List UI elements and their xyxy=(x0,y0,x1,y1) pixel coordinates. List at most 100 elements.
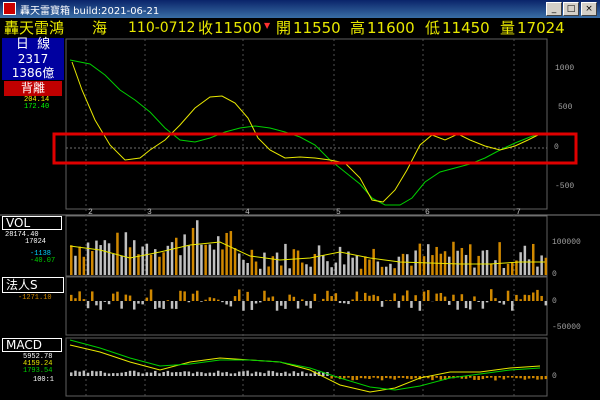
institution-bar xyxy=(229,301,233,307)
macd-bar xyxy=(368,376,371,379)
macd-bar xyxy=(263,373,266,376)
macd-bar xyxy=(128,370,132,376)
macd-bar xyxy=(431,376,434,381)
month-label-6: 6 xyxy=(425,208,430,217)
volume-bar xyxy=(200,244,203,275)
macd-bar xyxy=(107,373,111,376)
volume-bar xyxy=(452,241,455,275)
volume-bar xyxy=(536,266,539,275)
macd-bar xyxy=(154,370,157,376)
volume-bar xyxy=(511,262,514,275)
institution-bar xyxy=(275,301,279,311)
institution-bar xyxy=(191,293,195,301)
institution-bar xyxy=(532,292,535,301)
institution-bar xyxy=(422,291,426,301)
volume-bar xyxy=(280,265,283,275)
inst-panel-label[interactable]: 法人S xyxy=(2,277,64,293)
institution-bar xyxy=(330,296,333,301)
macd-bar xyxy=(485,376,489,378)
volume-bar xyxy=(506,263,510,275)
institution-bar xyxy=(359,300,363,301)
macd-bar xyxy=(414,376,417,379)
institution-bar xyxy=(351,299,354,301)
volume-bar xyxy=(494,260,497,275)
institution-bar xyxy=(141,301,144,305)
macd-bar xyxy=(170,372,174,376)
macd-panel-label[interactable]: MACD xyxy=(2,338,62,352)
volume-bar xyxy=(250,249,254,275)
institution-bar xyxy=(322,298,325,301)
institution-bar xyxy=(99,301,102,310)
macd-bar xyxy=(238,371,241,376)
institution-bar xyxy=(221,301,224,303)
institution-bar xyxy=(506,290,510,301)
macd-bar xyxy=(124,371,128,376)
macd-bar xyxy=(116,373,119,376)
macd-bar xyxy=(103,372,107,376)
macd-bar xyxy=(519,376,522,379)
macd-bar xyxy=(473,376,476,380)
institution-bar xyxy=(473,296,476,301)
volume-bar xyxy=(477,255,480,275)
macd-bar xyxy=(70,372,73,376)
volume-bar xyxy=(460,247,464,275)
institution-bar xyxy=(511,301,514,311)
macd-bar xyxy=(158,373,161,376)
macd-bar xyxy=(477,376,480,381)
volume-bar xyxy=(448,256,451,275)
volume-bar xyxy=(393,268,396,275)
institution-bar xyxy=(523,294,527,301)
volume-bar xyxy=(330,267,333,275)
institution-bar xyxy=(208,297,212,301)
macd-bar xyxy=(141,373,144,376)
macd-bar xyxy=(225,371,228,376)
macd-bar xyxy=(523,376,527,380)
macd-bar xyxy=(498,376,501,378)
volume-bar xyxy=(275,252,279,275)
institution-bar xyxy=(296,301,300,309)
volume-bar xyxy=(233,248,237,275)
institution-bar xyxy=(179,290,182,301)
macd-bar xyxy=(82,370,86,376)
institution-bar xyxy=(280,301,283,306)
macd-bar xyxy=(305,373,308,376)
institution-bar xyxy=(158,301,161,308)
volume-bar xyxy=(175,237,178,275)
volume-bar xyxy=(406,254,409,275)
macd-bar xyxy=(204,373,207,376)
macd-bar xyxy=(511,376,514,378)
institution-bar xyxy=(464,301,468,309)
institution-bar xyxy=(74,298,77,301)
volume-bar xyxy=(137,254,140,275)
month-label-5: 5 xyxy=(336,208,341,217)
macd-bar xyxy=(233,373,237,376)
volume-bar xyxy=(427,244,430,275)
volume-bar xyxy=(145,243,149,275)
vol-panel-label[interactable]: VOL xyxy=(2,216,62,230)
institution-bar xyxy=(175,301,178,309)
volume-bar xyxy=(170,242,174,275)
volume-bar xyxy=(422,256,426,275)
volume-bar xyxy=(112,254,115,275)
institution-bar xyxy=(372,294,375,301)
institution-bar xyxy=(343,301,346,304)
institution-bar xyxy=(120,301,123,309)
institution-bar xyxy=(502,301,506,305)
macd-bar xyxy=(112,373,115,376)
volume-bar xyxy=(347,251,350,275)
volume-bar xyxy=(359,268,363,275)
volume-bar xyxy=(481,250,485,275)
volume-bar xyxy=(410,265,413,275)
volume-bar xyxy=(418,243,422,275)
institution-bar xyxy=(263,290,266,301)
institution-bar xyxy=(267,297,270,301)
inst-value-1: -1271.10 xyxy=(18,294,52,302)
institution-bar xyxy=(338,301,342,304)
macd-bar xyxy=(410,376,413,380)
macd-bar xyxy=(330,376,333,379)
institution-bar xyxy=(107,301,111,305)
volume-bar xyxy=(490,263,493,275)
institution-bar xyxy=(448,301,451,305)
institution-bar xyxy=(443,296,447,301)
institution-bar xyxy=(250,301,254,310)
